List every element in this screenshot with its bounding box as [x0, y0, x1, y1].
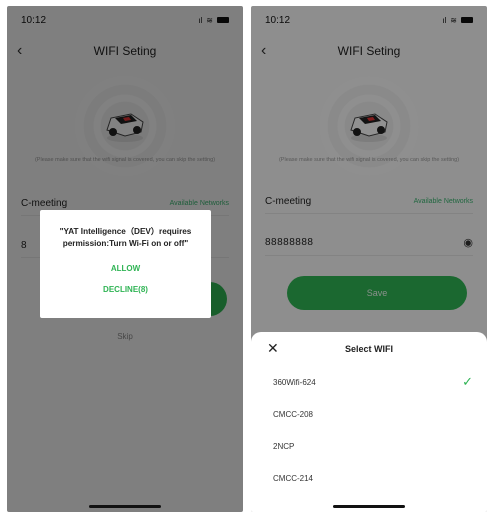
wifi-name: CMCC-208 — [273, 409, 314, 419]
sheet-title: Select WIFI — [344, 344, 393, 354]
decline-button[interactable]: DECLINE(8) — [40, 285, 211, 294]
wifi-name: 360Wifi-624 — [273, 377, 316, 387]
check-icon: ✓ — [462, 374, 473, 389]
wifi-name: CMCC-214 — [273, 473, 314, 483]
wifi-list-item[interactable]: 360Wifi-624 ✓ — [251, 366, 487, 398]
wifi-name: 2NCP — [273, 441, 295, 451]
phone-screen-permission: 10:12 ıl ≋ ‹ WIFI Seting (Please make su… — [7, 6, 243, 512]
dialog-message: "YAT Intelligence（DEV）requires permissio… — [59, 227, 192, 248]
home-indicator — [89, 505, 161, 508]
allow-button[interactable]: ALLOW — [40, 264, 211, 273]
wifi-list-item[interactable]: CMCC-208 — [251, 398, 487, 430]
phone-screen-select-wifi: 10:12 ıl ≋ ‹ WIFI Seting (Please make su… — [251, 6, 487, 512]
wifi-list-item[interactable]: CMCC-214 — [251, 462, 487, 494]
wifi-list-item[interactable]: 2NCP — [251, 430, 487, 462]
permission-dialog: "YAT Intelligence（DEV）requires permissio… — [40, 210, 211, 318]
close-icon[interactable]: ✕ — [267, 340, 279, 357]
home-indicator — [333, 505, 405, 508]
wifi-select-sheet: ✕ Select WIFI 360Wifi-624 ✓ CMCC-208 2NC… — [251, 332, 487, 512]
sheet-header: ✕ Select WIFI — [251, 332, 487, 366]
